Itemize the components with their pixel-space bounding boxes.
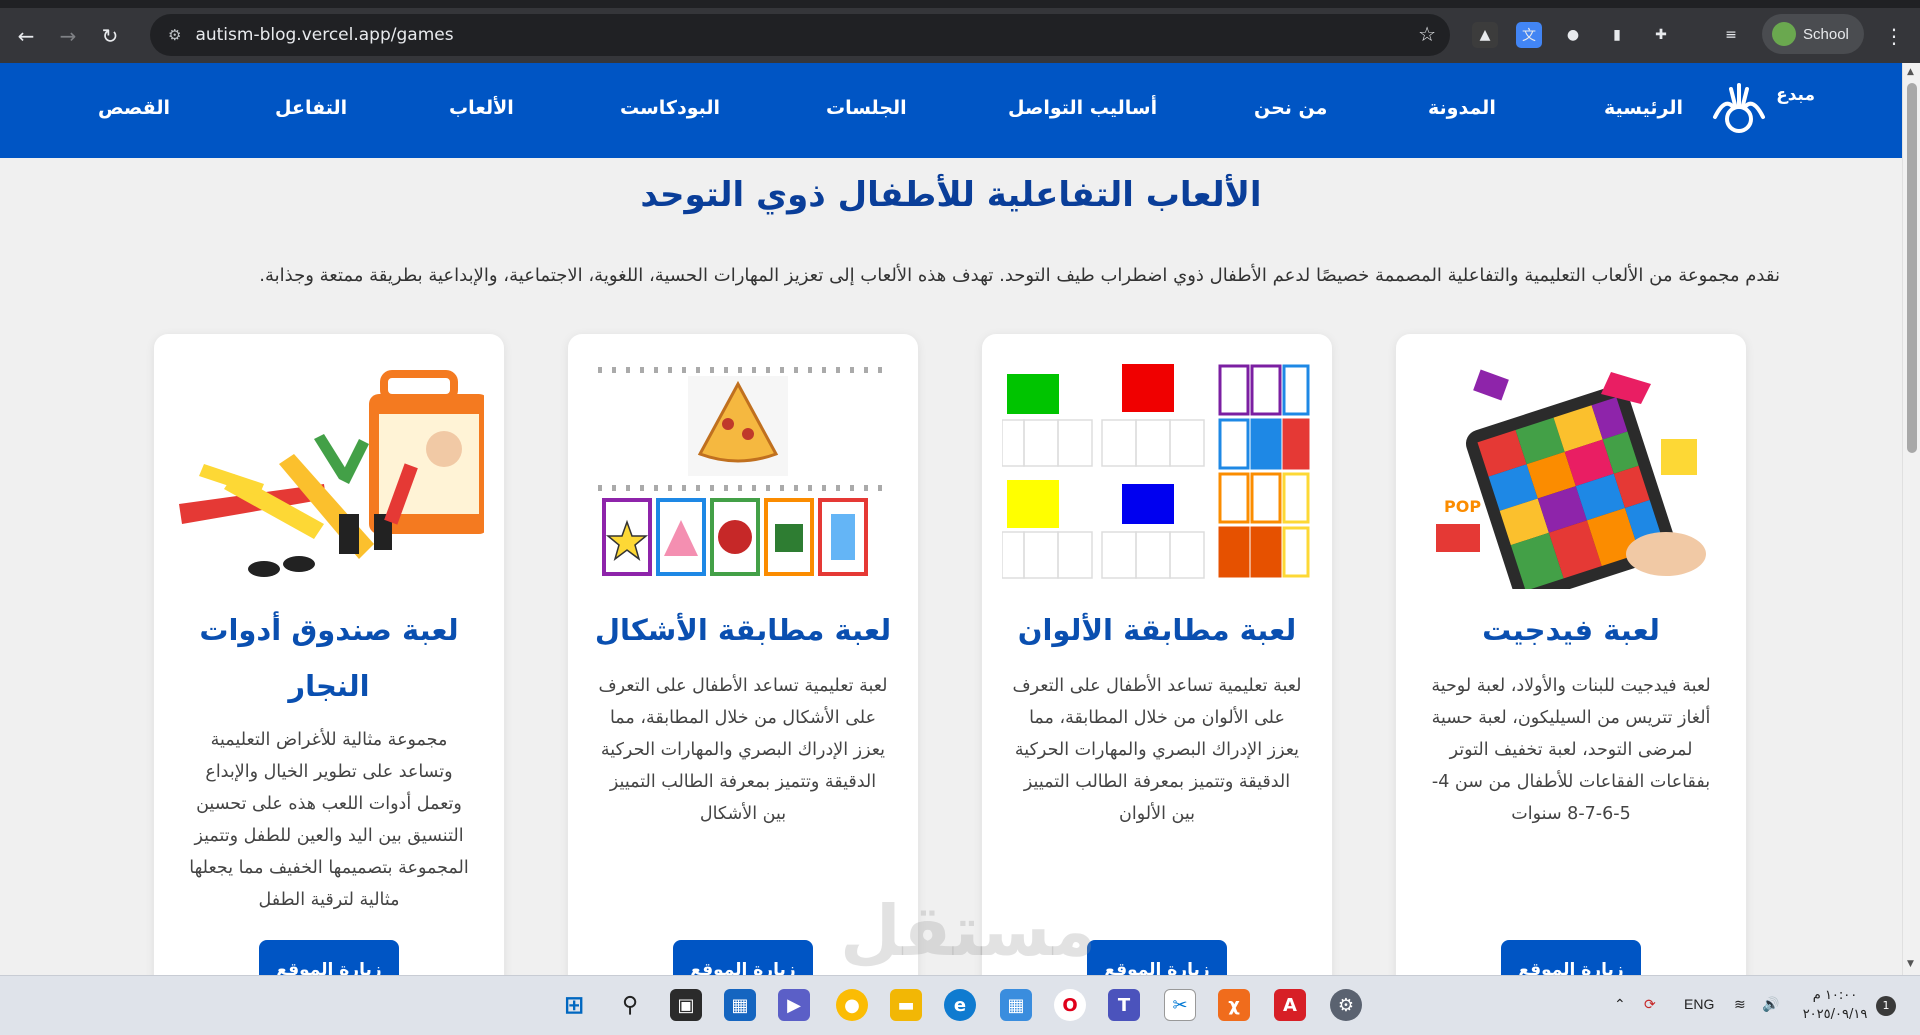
site-logo[interactable]: مبدع bbox=[1705, 77, 1815, 147]
game-card-carpenter: لعبة صندوق أدوات النجار مجموعة مثالية لل… bbox=[154, 334, 504, 994]
notification-badge[interactable]: 1 bbox=[1876, 996, 1896, 1016]
svg-text:POP: POP bbox=[1444, 497, 1481, 516]
search-icon[interactable]: ⚲ bbox=[614, 989, 646, 1021]
scroll-up-icon[interactable]: ▲ bbox=[1907, 67, 1914, 77]
carpenter-tools-image bbox=[179, 370, 484, 577]
clock-time: ١٠:٠٠ م bbox=[1812, 988, 1858, 1003]
card-title: لعبة مطابقة الأشكال bbox=[594, 613, 892, 647]
bookmark-star-icon[interactable]: ☆ bbox=[1418, 22, 1436, 46]
store-icon[interactable]: ▦ bbox=[1000, 989, 1032, 1021]
card-description: مجموعة مثالية للأغراض التعليمية وتساعد ع… bbox=[189, 730, 469, 910]
chrome-icon[interactable]: ● bbox=[836, 989, 868, 1021]
snipping-tool-icon[interactable]: ✂ bbox=[1164, 989, 1196, 1021]
scrollbar-thumb[interactable] bbox=[1907, 83, 1917, 453]
clock-date: ٢٠٢٥/٠٩/١٩ bbox=[1802, 1007, 1868, 1022]
reload-icon[interactable]: ↻ bbox=[94, 20, 126, 52]
page-scrollbar[interactable]: ▲ ▼ bbox=[1902, 63, 1920, 975]
nav-home[interactable]: الرئيسية bbox=[1604, 97, 1683, 119]
card-title: لعبة مطابقة الألوان bbox=[1017, 613, 1297, 647]
nav-sessions[interactable]: الجلسات bbox=[826, 97, 907, 119]
nav-games[interactable]: الألعاب bbox=[449, 97, 514, 119]
extension-doc-icon[interactable]: ▮ bbox=[1604, 22, 1630, 48]
edge-icon[interactable]: e bbox=[944, 989, 976, 1021]
teams-icon[interactable]: T bbox=[1108, 989, 1140, 1021]
extensions-puzzle-icon[interactable]: ✚ bbox=[1648, 22, 1674, 48]
card-description: لعبة تعليمية تساعد الأطفال على التعرف عل… bbox=[598, 676, 888, 824]
nav-blog[interactable]: المدونة bbox=[1428, 97, 1496, 119]
browser-toolbar: ← → ↻ ⚙ autism-blog.vercel.app/games ☆ ▲… bbox=[0, 8, 1920, 63]
nav-podcast[interactable]: البودكاست bbox=[620, 97, 720, 119]
start-icon[interactable]: ⊞ bbox=[558, 989, 590, 1021]
site-header: مبدع الرئيسية المدونة من نحن أساليب التو… bbox=[0, 63, 1902, 158]
card-description: لعبة فيدجيت للبنات والأولاد، لعبة لوحية … bbox=[1431, 676, 1711, 824]
game-card-fidget: POP لعبة فيدجيت لعبة فيدجيت للبنات والأو… bbox=[1396, 334, 1746, 994]
task-view-icon[interactable]: ▣ bbox=[670, 989, 702, 1021]
nav-communication[interactable]: أساليب التواصل bbox=[1008, 97, 1157, 119]
address-bar[interactable]: ⚙ autism-blog.vercel.app/games ☆ bbox=[150, 14, 1450, 56]
logo-text: مبدع bbox=[1776, 85, 1815, 105]
widgets-icon[interactable]: ▦ bbox=[724, 989, 756, 1021]
fidget-image: POP bbox=[1436, 369, 1706, 589]
nav-interaction[interactable]: التفاعل bbox=[275, 97, 347, 119]
teams-meet-icon[interactable]: ▶ bbox=[778, 989, 810, 1021]
extension-hat-icon[interactable]: ▲ bbox=[1472, 22, 1498, 48]
windows-taskbar: ⊞ ⚲ ▣ ▦ ▶ ● ▬ e ▦ O T ✂ χ A ⚙ ⌃ ⟳ ENG ≋ … bbox=[0, 975, 1920, 1035]
tray-update-icon[interactable]: ⟳ bbox=[1644, 996, 1656, 1013]
card-description: لعبة تعليمية تساعد الأطفال على التعرف عل… bbox=[1012, 676, 1302, 824]
colors-image bbox=[1002, 364, 1310, 579]
nav-stories[interactable]: القصص bbox=[98, 97, 170, 119]
extension-leaf-icon[interactable]: ● bbox=[1560, 22, 1586, 48]
card-title: لعبة فيدجيت bbox=[1482, 613, 1660, 647]
forward-icon[interactable]: → bbox=[52, 20, 84, 52]
language-indicator[interactable]: ENG bbox=[1684, 996, 1714, 1012]
tab-strip bbox=[0, 0, 1920, 8]
nav-about[interactable]: من نحن bbox=[1254, 97, 1327, 119]
translate-icon[interactable]: 文 bbox=[1516, 22, 1542, 48]
settings-gear-icon[interactable]: ⚙ bbox=[1330, 989, 1362, 1021]
profile-button[interactable]: School bbox=[1762, 14, 1864, 54]
wifi-icon[interactable]: ≋ bbox=[1734, 996, 1746, 1013]
opera-icon[interactable]: O bbox=[1054, 989, 1086, 1021]
watermark: مستقل bbox=[840, 890, 1097, 972]
browser-menu-icon[interactable]: ⋮ bbox=[1884, 24, 1904, 48]
taskbar-clock[interactable]: ١٠:٠٠ م ٢٠٢٥/٠٩/١٩ bbox=[1800, 986, 1870, 1024]
scroll-down-icon[interactable]: ▼ bbox=[1907, 959, 1914, 969]
browser-chrome: ← → ↻ ⚙ autism-blog.vercel.app/games ☆ ▲… bbox=[0, 0, 1920, 63]
volume-icon[interactable]: 🔊 bbox=[1762, 996, 1779, 1013]
card-title: لعبة صندوق أدوات النجار bbox=[199, 613, 459, 703]
app-x-icon[interactable]: χ bbox=[1218, 989, 1250, 1021]
url-text: autism-blog.vercel.app/games bbox=[195, 25, 454, 45]
logo-hands-icon bbox=[1713, 83, 1765, 133]
acrobat-icon[interactable]: A bbox=[1274, 989, 1306, 1021]
profile-label: School bbox=[1803, 25, 1849, 43]
media-icon[interactable]: ≡ bbox=[1718, 22, 1744, 48]
avatar bbox=[1772, 22, 1796, 46]
page-title: الألعاب التفاعلية للأطفال ذوي التوحد bbox=[640, 175, 1262, 215]
tray-chevron-icon[interactable]: ⌃ bbox=[1614, 996, 1626, 1013]
back-icon[interactable]: ← bbox=[10, 20, 42, 52]
intro-text: نقدم مجموعة من الألعاب التعليمية والتفاع… bbox=[259, 265, 1780, 286]
shapes-image bbox=[598, 367, 888, 576]
site-info-icon[interactable]: ⚙ bbox=[168, 26, 181, 44]
file-explorer-icon[interactable]: ▬ bbox=[890, 989, 922, 1021]
